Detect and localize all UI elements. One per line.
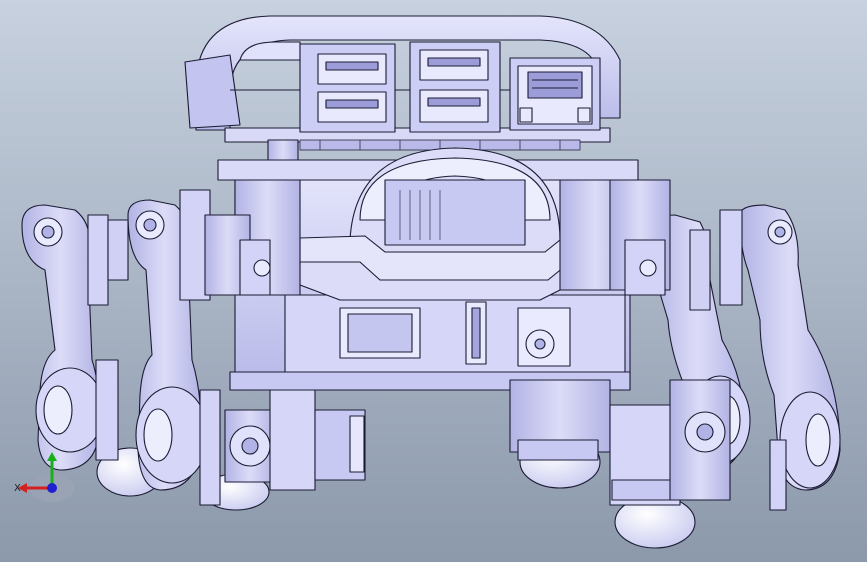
graphics-viewport[interactable]: X — [0, 0, 867, 562]
z-axis-dot — [47, 483, 57, 493]
power-jack[interactable] — [517, 307, 571, 367]
ethernet-port[interactable] — [517, 65, 593, 125]
slot-connector[interactable] — [465, 301, 487, 365]
main-chassis[interactable] — [217, 147, 639, 391]
coordinate-triad: X — [12, 452, 82, 512]
hip-servo-right[interactable] — [609, 179, 671, 296]
robot-3d-model[interactable] — [0, 0, 867, 562]
x-axis-label: X — [14, 483, 21, 494]
display-window[interactable] — [339, 307, 421, 359]
